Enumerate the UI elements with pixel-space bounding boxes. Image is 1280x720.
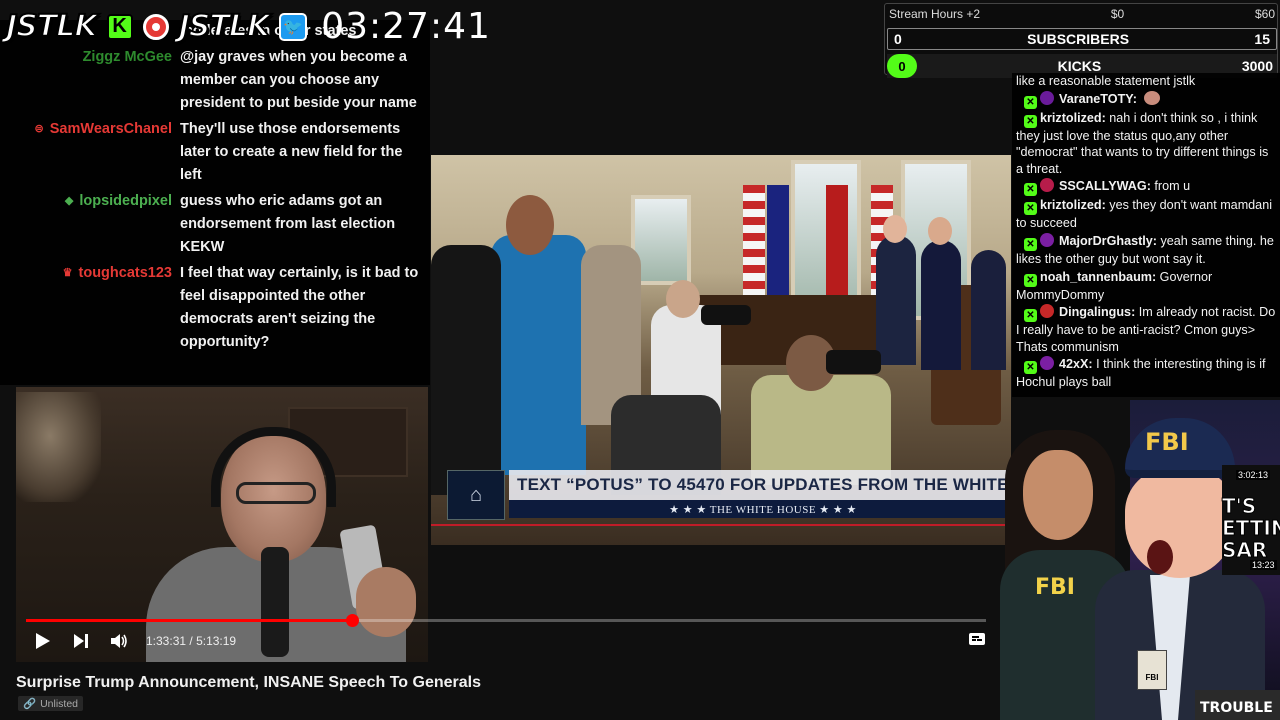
chat-message-text: like a reasonable statement jstlk [1016,74,1196,88]
left-chat-panel: moderates in other states Ziggz McGee @jay… [0,20,430,385]
stream-clock: 03:27:41 [321,6,491,47]
subscribers-goal: 0 SUBSCRIBERS 15 [887,28,1277,50]
chat-message: ✕ SSCALLYWAG: from u [1016,178,1278,197]
chat-message: ✕ kriztolized: yes they don't want mamdan… [1016,197,1278,232]
subscriber-badge-icon [1040,90,1054,105]
chat-username[interactable]: toughcats123 [79,262,172,285]
record-icon [142,13,169,40]
chat-message: ✕ noah_tannenbaum: Governor MommyDommy [1016,269,1278,304]
chat-username[interactable]: Dingalingus: [1059,305,1135,319]
link-icon: 🔗 [23,698,37,710]
fbi-cap-label: FBI [1145,428,1189,456]
kick-badge-icon: ✕ [1024,361,1037,375]
current-time: 1:33:31 [146,634,187,648]
kick-badge-icon: ✕ [1024,202,1037,216]
chat-message: ◆ lopsidedpixel guess who eric adams got a… [0,190,426,259]
visibility-badge: 🔗 Unlisted [18,696,84,711]
chat-message: ✕ 42xX: I think the interesting thing is … [1016,356,1278,391]
camera-icon [701,305,751,325]
crown-icon: ♛ [62,267,73,279]
next-button[interactable] [68,628,94,654]
white-house-seal-icon: ⌂ [447,470,505,520]
chat-username[interactable]: kriztolized: [1040,198,1106,212]
fbi-jacket-label: FBI [1035,575,1075,600]
kick-badge-icon: ✕ [1024,237,1037,251]
video-frame[interactable]: ⌂ TEXT “POTUS” TO 45470 FOR UPDATES FROM… [431,155,1011,545]
kick-badge-icon: ✕ [1024,309,1037,323]
skip-next-icon [74,634,88,648]
chat-message: ✕ kriztolized: nah i don't think so , i t… [1016,110,1278,178]
bottom-thumbnail[interactable]: TROUBLE [1195,690,1280,720]
chat-message-text: guess who eric adams got an endorsement … [180,193,396,255]
stream-hours: Stream Hours +2 [889,7,981,21]
lower-third-source: ★ ★ ★ THE WHITE HOUSE ★ ★ ★ [669,503,857,516]
subtitles-icon [969,633,985,645]
seek-bar-played [26,619,353,622]
side-thumbnail[interactable]: 3:02:13 T'S ETTING SAR 13:23 [1222,465,1280,575]
kick-badge-icon: ✕ [1024,114,1037,128]
chat-message-text: from u [1154,179,1191,194]
money-icon: ⊜ [34,123,44,135]
microphone-icon [261,547,289,657]
subscriber-badge-icon [1040,356,1054,371]
kick-badge-icon: ✕ [1024,95,1037,109]
subtitles-button[interactable] [968,631,986,649]
thumbnail-duration: 3:02:13 [1236,470,1271,480]
brand-logo-secondary: JSTLK [178,8,272,45]
chat-message: ⊜ SamWearsChanel They'll use those endorse… [0,118,426,187]
player-controls: 1:33:31 / 5:13:19 [30,628,236,654]
fbi-badge: FBI [1137,650,1167,690]
chat-username[interactable]: lopsidedpixel [79,190,172,213]
left-chat-list: moderates in other states Ziggz McGee @jay… [0,20,426,354]
thumbnail-duration-2: 13:23 [1250,560,1277,570]
news-lower-third: ⌂ TEXT “POTUS” TO 45470 FOR UPDATES FROM… [447,470,1011,520]
twitter-icon: 🐦 [279,12,308,41]
subscriber-badge-icon [1040,178,1054,193]
chat-message: like a reasonable statement jstlk [1016,73,1278,90]
chat-message-text: @jay graves when you become a member can… [180,49,417,111]
play-icon [36,633,50,649]
subscriber-badge-icon [1040,232,1054,247]
chat-message: Ziggz McGee @jay graves when you become a… [0,46,426,115]
money-max: $60 [1254,7,1275,21]
kick-badge-icon: ✕ [1024,273,1037,287]
time-readout: 1:33:31 / 5:13:19 [146,634,237,648]
chat-username[interactable]: MajorDrGhastly: [1059,234,1157,248]
chat-message: ♛ toughcats123 I feel that way certainly, … [0,262,426,354]
chat-username[interactable]: SamWearsChanel [50,118,172,141]
chat-username[interactable]: Ziggz McGee [83,46,172,69]
chat-username[interactable]: SSCALLYWAG: [1059,179,1151,193]
seek-bar[interactable] [26,614,986,627]
brand-logo: JSTLK [5,8,99,45]
play-button[interactable] [30,628,56,654]
chat-message: ✕ MajorDrGhastly: yeah same thing. he lik… [1016,232,1278,268]
volume-button[interactable] [106,628,132,654]
chat-message-text: I feel that way certainly, is it bad to … [180,265,419,350]
lower-third-headline: TEXT “POTUS” TO 45470 FOR UPDATES FROM T… [517,475,1009,494]
kick-badge-icon: ✕ [1024,183,1037,197]
chat-message-text: They'll use those endorsements later to … [180,121,403,183]
gem-icon: ◆ [64,195,74,207]
chat-username[interactable]: VaraneTOTY: [1059,92,1137,106]
screen: moderates in other states Ziggz McGee @jay… [0,0,1280,720]
emote-icon [1144,90,1161,105]
chat-username[interactable]: 42xX: [1059,357,1093,371]
subscriber-badge-icon [1040,304,1054,319]
right-chat-panel: like a reasonable statement jstlk ✕ Varane… [1012,73,1280,397]
duration: 5:13:19 [196,634,237,648]
chat-message: ✕ VaraneTOTY: [1016,90,1278,109]
kick-icon: K [106,13,133,40]
right-chat-list: like a reasonable statement jstlk ✕ Varane… [1016,73,1278,391]
chat-username[interactable]: noah_tannenbaum: [1040,270,1156,284]
chat-message: ✕ Dingalingus: Im already not racist. Do … [1016,304,1278,355]
video-title: Surprise Trump Announcement, INSANE Spee… [16,674,481,691]
chat-message-text: Im already not racist. Do I really have … [1016,305,1276,354]
goals-widget: Stream Hours +2 $0 $60 0 SUBSCRIBERS 15 … [884,3,1278,78]
money-min: $0 [1110,7,1125,21]
chat-username[interactable]: kriztolized: [1040,111,1106,125]
thumbnail-text: T'S ETTING SAR [1222,494,1280,562]
volume-icon [111,634,127,648]
stream-brand-overlay: JSTLK K JSTLK 🐦 03:27:41 [5,6,491,47]
